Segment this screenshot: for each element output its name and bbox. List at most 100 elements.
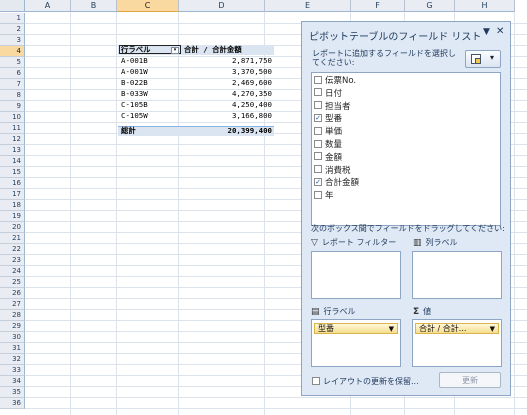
column-labels-box[interactable] (412, 251, 502, 299)
row-header-22[interactable]: 22 (0, 244, 25, 255)
pivot-row-value[interactable]: 3,166,800 (190, 112, 272, 120)
pivot-row-value[interactable]: 2,469,600 (190, 79, 272, 87)
field-item[interactable]: 伝票No. (314, 75, 356, 87)
row-filter-dropdown-icon[interactable]: ▾ (171, 47, 179, 54)
row-header-19[interactable]: 19 (0, 211, 25, 222)
row-header-32[interactable]: 32 (0, 354, 25, 365)
pivot-row-label[interactable]: B-022B (121, 79, 148, 87)
field-item[interactable]: 単価 (314, 126, 342, 138)
checkbox-icon[interactable] (314, 126, 322, 135)
field-item[interactable]: 日付 (314, 88, 342, 100)
values-box[interactable]: 合計 / 合計... ▼ (412, 319, 502, 367)
checkbox-icon[interactable] (314, 152, 322, 161)
row-header-25[interactable]: 25 (0, 277, 25, 288)
row-header-24[interactable]: 24 (0, 266, 25, 277)
layout-options-button[interactable]: ▾ (465, 50, 501, 68)
field-item[interactable]: 金額 (314, 152, 342, 164)
row-labels-box[interactable]: 型番 ▼ (311, 319, 401, 367)
pivot-row-label[interactable]: A-001B (121, 57, 148, 65)
pivot-row-label[interactable]: A-001W (121, 68, 148, 76)
pivot-row-value[interactable]: 3,370,500 (190, 68, 272, 76)
pivot-row-label[interactable]: B-033W (121, 90, 148, 98)
row-header-7[interactable]: 7 (0, 79, 25, 90)
column-header-g[interactable]: G (405, 0, 455, 12)
row-header-8[interactable]: 8 (0, 90, 25, 101)
row-header-26[interactable]: 26 (0, 288, 25, 299)
pivot-total-value[interactable]: 20,399,400 (190, 127, 273, 135)
row-header-11[interactable]: 11 (0, 123, 25, 134)
checkbox-icon[interactable] (314, 190, 322, 199)
field-item[interactable]: 年 (314, 190, 334, 202)
field-item[interactable]: 消費税 (314, 165, 351, 177)
row-header-30[interactable]: 30 (0, 332, 25, 343)
row-header-34[interactable]: 34 (0, 376, 25, 387)
pivot-row-header[interactable]: 行ラベル (121, 46, 151, 54)
row-header-4[interactable]: 4 (0, 46, 25, 57)
checkbox-icon[interactable] (314, 75, 322, 84)
defer-checkbox[interactable] (312, 376, 320, 385)
field-item[interactable]: 担当者 (314, 101, 351, 113)
defer-layout-update[interactable]: レイアウトの更新を保留... (312, 376, 419, 387)
column-header-e[interactable]: E (265, 0, 351, 12)
row-header-15[interactable]: 15 (0, 167, 25, 178)
row-header-10[interactable]: 10 (0, 112, 25, 123)
checkbox-icon[interactable] (314, 88, 322, 97)
field-item[interactable]: ✓ 型番 (314, 113, 342, 125)
pivot-field-list-pane: ピボットテーブルのフィールド リスト ▼ ✕ レポートに追加するフィールドを選択… (301, 21, 511, 396)
column-header-b[interactable]: B (71, 0, 117, 12)
pivot-total-label[interactable]: 総計 (121, 127, 136, 135)
chip-dropdown-icon[interactable]: ▼ (490, 324, 495, 334)
value-field-chip[interactable]: 合計 / 合計... ▼ (415, 323, 499, 334)
chevron-down-icon: ▾ (490, 53, 495, 62)
row-header-28[interactable]: 28 (0, 310, 25, 321)
pivot-row-label[interactable]: C-105B (121, 101, 148, 109)
row-header-16[interactable]: 16 (0, 178, 25, 189)
row-header-17[interactable]: 17 (0, 189, 25, 200)
row-header-9[interactable]: 9 (0, 101, 25, 112)
pivot-row-value[interactable]: 4,270,350 (190, 90, 272, 98)
close-icon[interactable]: ✕ (496, 26, 504, 37)
checkbox-icon[interactable] (314, 101, 322, 110)
row-header-3[interactable]: 3 (0, 35, 25, 46)
column-header-h[interactable]: H (455, 0, 515, 12)
field-item[interactable]: ✓ 合計金額 (314, 177, 359, 189)
row-header-21[interactable]: 21 (0, 233, 25, 244)
checked-checkbox-icon[interactable]: ✓ (314, 177, 322, 186)
field-label: 単価 (325, 127, 343, 138)
row-header-1[interactable]: 1 (0, 13, 25, 24)
row-header-13[interactable]: 13 (0, 145, 25, 156)
row-header-14[interactable]: 14 (0, 156, 25, 167)
select-all-corner[interactable] (0, 0, 25, 12)
row-header-23[interactable]: 23 (0, 255, 25, 266)
field-item[interactable]: 数量 (314, 139, 342, 151)
pivot-row-value[interactable]: 2,871,750 (190, 57, 272, 65)
row-header-2[interactable]: 2 (0, 24, 25, 35)
row-header-12[interactable]: 12 (0, 134, 25, 145)
column-header-d[interactable]: D (179, 0, 265, 12)
row-header-6[interactable]: 6 (0, 68, 25, 79)
pivot-value-header[interactable]: 合計 / 合計金額 (184, 46, 242, 54)
row-header-29[interactable]: 29 (0, 321, 25, 332)
row-gridline (25, 397, 527, 398)
column-header-a[interactable]: A (25, 0, 71, 12)
report-filter-box[interactable] (311, 251, 401, 299)
row-field-chip[interactable]: 型番 ▼ (314, 323, 398, 334)
column-header-c[interactable]: C (117, 0, 179, 12)
chip-dropdown-icon[interactable]: ▼ (389, 324, 394, 334)
row-header-33[interactable]: 33 (0, 365, 25, 376)
pane-options-dropdown-icon[interactable]: ▼ (483, 27, 490, 37)
row-header-36[interactable]: 36 (0, 398, 25, 409)
pivot-row-label[interactable]: C-105W (121, 112, 148, 120)
pivot-row-value[interactable]: 4,250,400 (190, 101, 272, 109)
row-header-5[interactable]: 5 (0, 57, 25, 68)
column-header-f[interactable]: F (351, 0, 405, 12)
row-header-18[interactable]: 18 (0, 200, 25, 211)
row-header-27[interactable]: 27 (0, 299, 25, 310)
checkbox-icon[interactable] (314, 139, 322, 148)
row-header-31[interactable]: 31 (0, 343, 25, 354)
pane-title: ピボットテーブルのフィールド リスト (309, 32, 482, 43)
row-header-35[interactable]: 35 (0, 387, 25, 398)
checked-checkbox-icon[interactable]: ✓ (314, 113, 322, 122)
checkbox-icon[interactable] (314, 165, 322, 174)
row-header-20[interactable]: 20 (0, 222, 25, 233)
